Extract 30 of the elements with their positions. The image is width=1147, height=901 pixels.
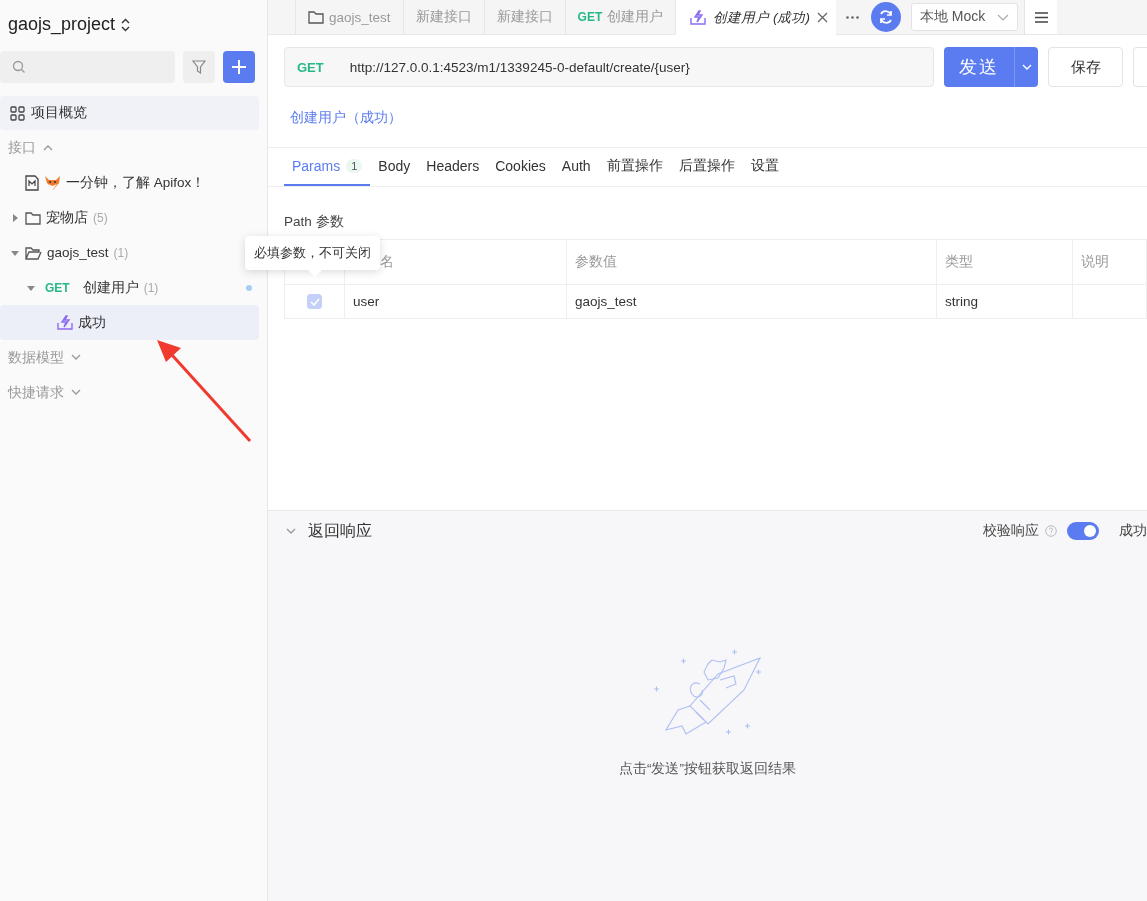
tree-item-label: 宠物店 [46,208,88,227]
tab-label: 创建用户 [607,8,664,26]
table-cell: gaojs_test [575,294,637,309]
item-count: (5) [93,210,108,225]
empty-state-text: 点击“发送”按钮获取返回结果 [619,760,796,778]
tab-label: 新建接口 [496,8,553,26]
validate-label: 校验响应 [983,522,1039,540]
column-header: 类型 [945,253,973,271]
column-header: 参数值 [575,253,617,271]
tab-label: gaojs_test [329,9,391,25]
tree-item-label: 一分钟，了解 Apifox！ [66,173,206,192]
tab-label: 新建接口 [415,8,472,26]
method-label: GET [45,280,70,295]
method-label: GET [577,10,603,24]
method-label: GET [297,59,324,75]
section-title: Path 参数 [284,214,344,229]
tree-item-label: gaojs_test [47,245,109,260]
table-cell: string [945,294,978,309]
response-title: 返回响应 [308,520,372,541]
table-cell: user [353,294,380,309]
item-count: (1) [143,280,159,295]
count-badge: 1 [346,159,363,173]
column-header: 名 [380,253,394,271]
tree-item-label: 成功 [78,313,106,332]
item-count: (1) [113,245,129,260]
tree-item-label: 创建用户 [82,278,139,297]
overview-label: 项目概览 [31,104,87,122]
url-text: http://127.0.0.1:4523/m1/1339245-0-default/create/{user} [349,59,690,75]
tab-label: 创建用户 (成功) [713,8,810,27]
column-header: 说明 [1081,253,1109,271]
